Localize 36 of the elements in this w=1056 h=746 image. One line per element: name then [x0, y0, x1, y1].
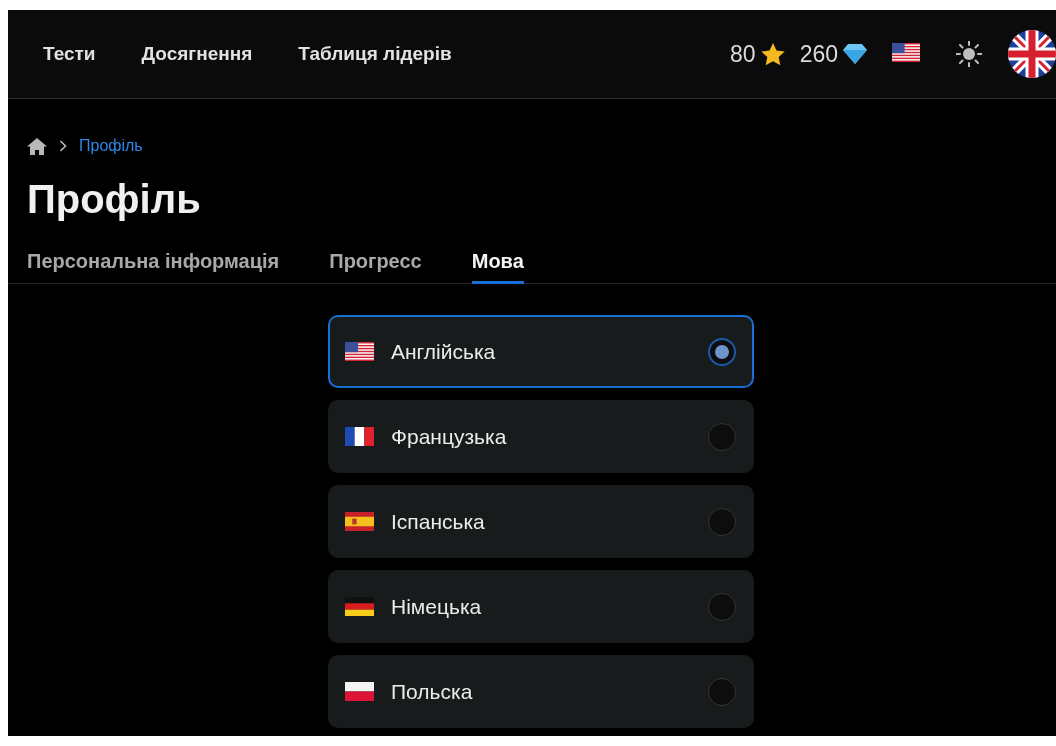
nav-link[interactable]: Таблиця лідерів	[298, 43, 452, 65]
language-option[interactable]: Німецька	[328, 570, 754, 643]
diamond-icon	[843, 44, 867, 64]
language-option[interactable]: Польска	[328, 655, 754, 728]
star-icon	[760, 42, 785, 66]
avatar-flag-icon[interactable]	[1008, 30, 1056, 78]
breadcrumb-link[interactable]: Профіль	[79, 137, 143, 155]
flag-icon	[345, 682, 374, 701]
radio-button[interactable]	[708, 422, 736, 451]
language-option[interactable]: Іспанська	[328, 485, 754, 558]
gems-count: 260	[799, 40, 838, 68]
theme-icon[interactable]	[956, 41, 982, 67]
radio-button[interactable]	[708, 677, 736, 706]
radio-button[interactable]	[708, 592, 736, 621]
stars-count: 80	[730, 40, 756, 68]
nav-link[interactable]: Досягнення	[141, 43, 253, 65]
tab[interactable]: Мова	[471, 246, 524, 284]
radio-button[interactable]	[708, 337, 736, 366]
language-name: Польска	[391, 679, 473, 704]
flag-icon	[345, 597, 374, 616]
language-name: Іспанська	[391, 509, 485, 534]
flag-icon	[345, 342, 374, 361]
radio-button[interactable]	[708, 507, 736, 536]
language-name: Англійська	[391, 339, 496, 364]
language-name: Французька	[391, 424, 507, 449]
nav-link[interactable]: Тести	[43, 43, 96, 65]
page-title: Профіль	[27, 177, 202, 222]
tab[interactable]: Персональна інформація	[27, 246, 280, 284]
tab[interactable]: Прогресс	[329, 246, 422, 284]
flag-icon	[345, 427, 374, 446]
home-icon[interactable]	[27, 137, 47, 155]
chevron-icon	[59, 140, 67, 152]
language-option[interactable]: Французька	[328, 400, 754, 473]
flag-icon	[345, 512, 374, 531]
language-option[interactable]: Англійська	[328, 315, 754, 388]
language-name: Німецька	[391, 594, 482, 619]
